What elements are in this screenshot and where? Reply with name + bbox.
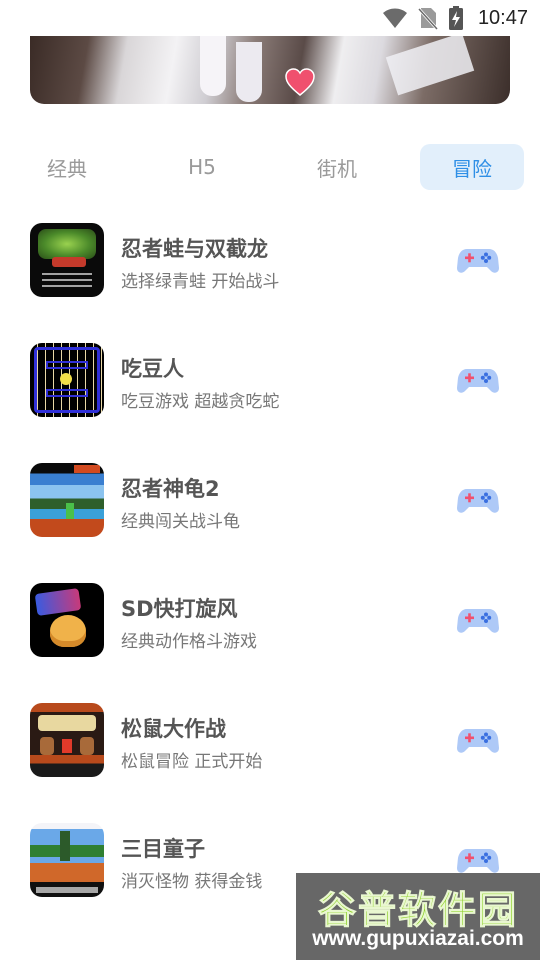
game-title: 松鼠大作战	[121, 717, 226, 741]
game-description: 吃豆游戏 超越贪吃蛇	[121, 392, 280, 412]
game-description: 经典闯关战斗龟	[121, 512, 240, 532]
game-title: SD快打旋风	[121, 597, 238, 621]
gamepad-icon[interactable]	[457, 484, 499, 516]
game-thumbnail[interactable]	[30, 223, 104, 297]
game-thumbnail[interactable]	[30, 703, 104, 777]
tab-adventure[interactable]: 冒险	[420, 144, 524, 190]
status-time: 10:47	[477, 6, 528, 29]
watermark-title: 谷普软件园	[317, 888, 518, 933]
wifi-icon	[382, 8, 407, 28]
list-item[interactable]: SD快打旋风 经典动作格斗游戏	[0, 560, 540, 680]
game-description: 消灭怪物 获得金钱	[121, 872, 263, 892]
gamepad-icon[interactable]	[457, 604, 499, 636]
gamepad-icon[interactable]	[457, 724, 499, 756]
game-description: 经典动作格斗游戏	[121, 632, 257, 652]
gamepad-icon[interactable]	[457, 244, 499, 276]
gamepad-icon[interactable]	[457, 844, 499, 876]
category-tabs: 经典 H5 街机 冒险	[0, 144, 540, 190]
watermark-url: www.gupuxiazai.com	[312, 927, 524, 950]
game-title: 忍者蛙与双截龙	[121, 237, 268, 261]
tab-h5[interactable]: H5	[150, 144, 254, 190]
game-title: 三目童子	[121, 837, 205, 861]
status-bar: 10:47	[0, 0, 540, 36]
game-list: 忍者蛙与双截龙 选择绿青蛙 开始战斗 吃豆人 吃豆游戏 超越贪吃蛇 忍者神龟2 …	[0, 200, 540, 920]
list-item[interactable]: 吃豆人 吃豆游戏 超越贪吃蛇	[0, 320, 540, 440]
game-thumbnail[interactable]	[30, 823, 104, 897]
tab-classic[interactable]: 经典	[15, 144, 119, 190]
list-item[interactable]: 忍者神龟2 经典闯关战斗龟	[0, 440, 540, 560]
battery-charging-icon	[448, 6, 463, 30]
game-thumbnail[interactable]	[30, 343, 104, 417]
watermark: 谷普软件园 www.gupuxiazai.com	[296, 873, 540, 960]
gamepad-icon[interactable]	[457, 364, 499, 396]
game-title: 吃豆人	[121, 357, 184, 381]
list-item[interactable]: 忍者蛙与双截龙 选择绿青蛙 开始战斗	[0, 200, 540, 320]
heart-icon	[285, 68, 315, 96]
game-title: 忍者神龟2	[121, 477, 220, 501]
game-thumbnail[interactable]	[30, 463, 104, 537]
game-description: 松鼠冒险 正式开始	[121, 752, 263, 772]
game-thumbnail[interactable]	[30, 583, 104, 657]
banner-image[interactable]	[30, 36, 510, 104]
game-description: 选择绿青蛙 开始战斗	[121, 272, 280, 292]
list-item[interactable]: 松鼠大作战 松鼠冒险 正式开始	[0, 680, 540, 800]
tab-arcade[interactable]: 街机	[285, 144, 389, 190]
no-sim-icon	[417, 7, 438, 30]
